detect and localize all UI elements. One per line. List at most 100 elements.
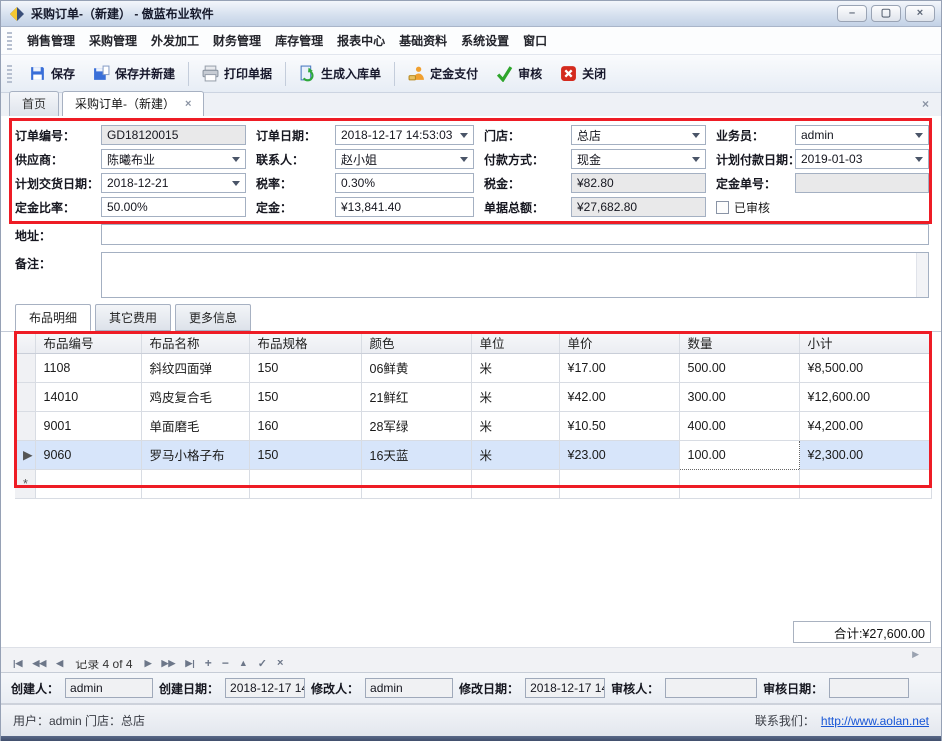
chevron-down-icon	[915, 133, 923, 138]
order-date-label: 订单日期：	[256, 127, 335, 144]
grip-handle	[7, 65, 12, 83]
menu-system[interactable]: 系统设置	[454, 28, 516, 53]
audit-button[interactable]: 审核	[487, 60, 551, 87]
create-date-field: 2018-12-17 14	[225, 678, 305, 698]
table-row[interactable]: 14010 鸡皮复合毛 150 21鲜红 米 ¥42.00 300.00 ¥12…	[15, 382, 931, 411]
horizontal-scrollbar[interactable]: ▶	[1, 647, 941, 660]
toolbar: 保存 保存并新建 打印单据 生成入库单 定金支付 审核 关闭	[1, 55, 941, 93]
menu-finance[interactable]: 财务管理	[206, 28, 268, 53]
chevron-down-icon	[232, 181, 240, 186]
menu-bar: 销售管理 采购管理 外发加工 财务管理 库存管理 报表中心 基础资料 系统设置 …	[1, 27, 941, 55]
supplier-label: 供应商：	[15, 151, 101, 168]
payment-method-select[interactable]: 现金	[571, 149, 706, 169]
print-button[interactable]: 打印单据	[193, 60, 281, 87]
order-form: 订单编号： GD18120015 订单日期： 2018-12-17 14:53:…	[1, 117, 941, 217]
address-label: 地址：	[15, 224, 101, 245]
menu-purchase[interactable]: 采购管理	[82, 28, 144, 53]
menu-outsourcing[interactable]: 外发加工	[144, 28, 206, 53]
maximize-button[interactable]: ▢	[871, 5, 901, 22]
deposit-ratio-input[interactable]: 50.00%	[101, 197, 246, 217]
chevron-down-icon	[460, 157, 468, 162]
tax-amount-field: ¥82.80	[571, 173, 706, 193]
detail-table: 布品编号 布品名称 布品规格 颜色 单位 单价 数量 小计 1108 斜纹四面弹…	[15, 332, 932, 499]
modify-date-field: 2018-12-17 14	[525, 678, 605, 698]
contact-select[interactable]: 赵小姐	[335, 149, 474, 169]
tab-home[interactable]: 首页	[9, 91, 59, 116]
deposit-pay-icon	[408, 65, 425, 82]
col-header[interactable]: 布品编号	[35, 332, 141, 353]
col-header[interactable]: 单价	[559, 332, 679, 353]
salesman-select[interactable]: admin	[795, 125, 929, 145]
menu-basic-data[interactable]: 基础资料	[392, 28, 454, 53]
subtab-fabric-detail[interactable]: 布品明细	[15, 304, 91, 331]
audited-label: 已审核	[734, 199, 770, 216]
table-row-new[interactable]: *	[15, 469, 931, 498]
printer-icon	[202, 65, 219, 82]
chevron-down-icon	[232, 157, 240, 162]
tax-amount-label: 税金：	[484, 175, 571, 192]
address-input[interactable]	[101, 224, 929, 245]
app-window: 采购订单-（新建） - 傲蓝布业软件 – ▢ × 销售管理 采购管理 外发加工 …	[0, 0, 942, 741]
subtab-other-fees[interactable]: 其它费用	[95, 304, 171, 331]
remark-textarea[interactable]	[101, 252, 929, 298]
deposit-amount-input[interactable]: ¥13,841.40	[335, 197, 474, 217]
col-header[interactable]: 布品规格	[249, 332, 361, 353]
toolbar-separator	[188, 62, 189, 86]
audited-checkbox-wrap[interactable]: 已审核	[716, 199, 795, 216]
chevron-down-icon	[692, 133, 700, 138]
supplier-select[interactable]: 陈曦布业	[101, 149, 246, 169]
selected-row-marker: ▶	[15, 440, 35, 469]
scroll-right-icon[interactable]: ▶	[912, 649, 919, 660]
save-and-new-button[interactable]: 保存并新建	[84, 60, 184, 87]
planned-payment-date-select[interactable]: 2019-01-03	[795, 149, 929, 169]
main-content: 订单编号： GD18120015 订单日期： 2018-12-17 14:53:…	[1, 117, 941, 653]
save-button[interactable]: 保存	[20, 60, 84, 87]
planned-delivery-date-select[interactable]: 2018-12-21	[101, 173, 246, 193]
col-header[interactable]: 单位	[471, 332, 559, 353]
status-bar: 用户：admin 门店：总店 联系我们： http://www.aolan.ne…	[1, 704, 941, 736]
toolbar-separator	[285, 62, 286, 86]
audit-date-label: 审核日期：	[763, 680, 823, 697]
focused-cell[interactable]: 100.00	[679, 440, 799, 469]
table-row-selected[interactable]: ▶ 9060 罗马小格子布 150 16天蓝 米 ¥23.00 100.00 ¥…	[15, 440, 931, 469]
contact-label: 联系人：	[256, 151, 335, 168]
close-button[interactable]: 关闭	[551, 60, 615, 87]
minimize-button[interactable]: –	[837, 5, 867, 22]
remark-label: 备注：	[15, 252, 101, 298]
order-date-select[interactable]: 2018-12-17 14:53:03	[335, 125, 474, 145]
modifier-field: admin	[365, 678, 453, 698]
deposit-pay-button[interactable]: 定金支付	[399, 60, 487, 87]
menu-sales[interactable]: 销售管理	[20, 28, 82, 53]
salesman-label: 业务员：	[716, 127, 795, 144]
auditor-field	[665, 678, 757, 698]
tax-rate-input[interactable]: 0.30%	[335, 173, 474, 193]
tab-close-icon[interactable]: ×	[185, 98, 191, 110]
save-new-icon	[93, 65, 110, 82]
tabstrip-close-icon[interactable]: ×	[922, 97, 929, 111]
subtab-more-info[interactable]: 更多信息	[175, 304, 251, 331]
store-label: 门店：	[484, 127, 571, 144]
col-header[interactable]: 小计	[799, 332, 931, 353]
table-row[interactable]: 9001 单面磨毛 160 28军绿 米 ¥10.50 400.00 ¥4,20…	[15, 411, 931, 440]
close-icon	[560, 65, 577, 82]
generate-inbound-button[interactable]: 生成入库单	[290, 60, 390, 87]
website-link[interactable]: http://www.aolan.net	[821, 714, 929, 728]
bill-total-field: ¥27,682.80	[571, 197, 706, 217]
menu-inventory[interactable]: 库存管理	[268, 28, 330, 53]
scrollbar[interactable]	[916, 253, 928, 297]
creator-field: admin	[65, 678, 153, 698]
toolbar-separator	[394, 62, 395, 86]
audited-checkbox[interactable]	[716, 201, 729, 214]
menu-reports[interactable]: 报表中心	[330, 28, 392, 53]
payment-method-label: 付款方式：	[484, 151, 571, 168]
tax-rate-label: 税率：	[256, 175, 335, 192]
col-header[interactable]: 布品名称	[141, 332, 249, 353]
col-header[interactable]: 数量	[679, 332, 799, 353]
store-select[interactable]: 总店	[571, 125, 706, 145]
menu-window[interactable]: 窗口	[516, 28, 554, 53]
col-header[interactable]: 颜色	[361, 332, 471, 353]
close-window-button[interactable]: ×	[905, 5, 935, 22]
order-no-field[interactable]: GD18120015	[101, 125, 246, 145]
tab-purchase-order[interactable]: 采购订单-（新建） ×	[62, 91, 204, 116]
table-row[interactable]: 1108 斜纹四面弹 150 06鲜黄 米 ¥17.00 500.00 ¥8,5…	[15, 353, 931, 382]
